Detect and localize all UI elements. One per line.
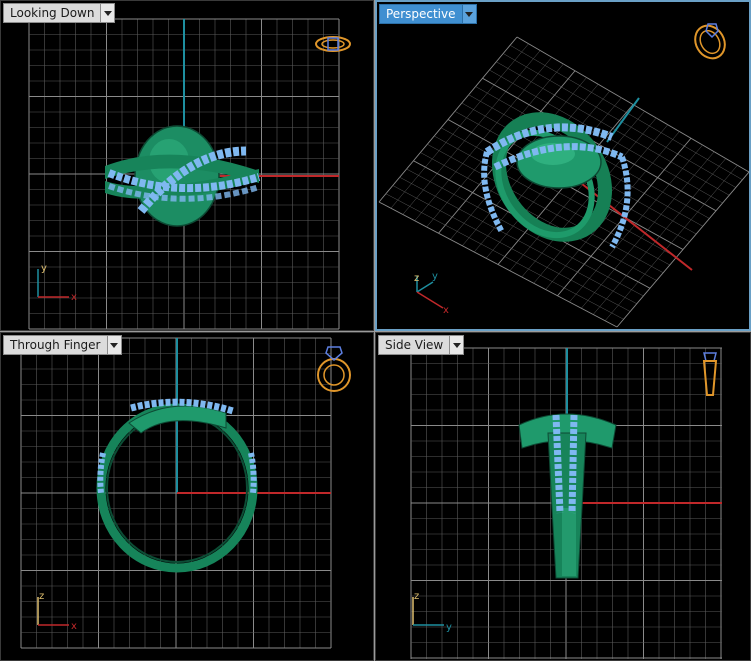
- view-cube-ring-widget-icon[interactable]: [689, 20, 730, 63]
- svg-text:y: y: [432, 271, 438, 282]
- svg-text:z: z: [414, 273, 419, 284]
- grid-line: [593, 158, 726, 315]
- ring-model: [518, 413, 617, 579]
- viewport-side-view[interactable]: Side View z y: [375, 332, 751, 661]
- svg-text:y: y: [41, 263, 47, 274]
- viewport-label-perspective[interactable]: Perspective: [379, 4, 477, 24]
- looking-down-canvas: y x: [28, 18, 351, 330]
- dropdown-arrow-icon[interactable]: [100, 4, 115, 22]
- viewport-through-finger[interactable]: Through Finger z x: [0, 332, 374, 661]
- viewport-title: Through Finger: [10, 338, 101, 352]
- view-cube-ring-widget-icon[interactable]: [315, 36, 351, 52]
- axis-gnomon: z y x: [414, 271, 449, 316]
- viewport-looking-down[interactable]: Looking Down y x: [0, 0, 374, 331]
- through-finger-canvas: z x: [20, 337, 351, 649]
- viewport-title: Perspective: [386, 7, 456, 21]
- dropdown-arrow-icon[interactable]: [106, 336, 121, 354]
- dropdown-arrow-icon[interactable]: [449, 336, 464, 354]
- axis-gnomon: y x: [37, 263, 77, 303]
- viewport-label-side-view[interactable]: Side View: [378, 335, 465, 355]
- svg-text:z: z: [39, 591, 44, 602]
- ring-model: [481, 112, 631, 249]
- view-cube-ring-widget-icon[interactable]: [702, 352, 718, 396]
- svg-text:z: z: [414, 591, 419, 602]
- viewport-label-looking-down[interactable]: Looking Down: [3, 3, 116, 23]
- perspective-canvas: z y x: [378, 20, 749, 328]
- viewport-title: Looking Down: [10, 6, 95, 20]
- axis-gnomon: z x: [37, 591, 77, 632]
- grid-line: [616, 171, 749, 328]
- side-view-canvas: z y: [410, 347, 722, 659]
- dropdown-arrow-icon[interactable]: [461, 5, 476, 23]
- svg-text:x: x: [443, 305, 449, 316]
- svg-text:y: y: [446, 622, 452, 633]
- viewport-title: Side View: [385, 338, 444, 352]
- svg-text:x: x: [71, 621, 77, 632]
- svg-text:x: x: [71, 292, 77, 303]
- viewport-label-through-finger[interactable]: Through Finger: [3, 335, 122, 355]
- ring-model: [105, 125, 261, 227]
- viewport-perspective[interactable]: Perspective z y x: [375, 0, 751, 331]
